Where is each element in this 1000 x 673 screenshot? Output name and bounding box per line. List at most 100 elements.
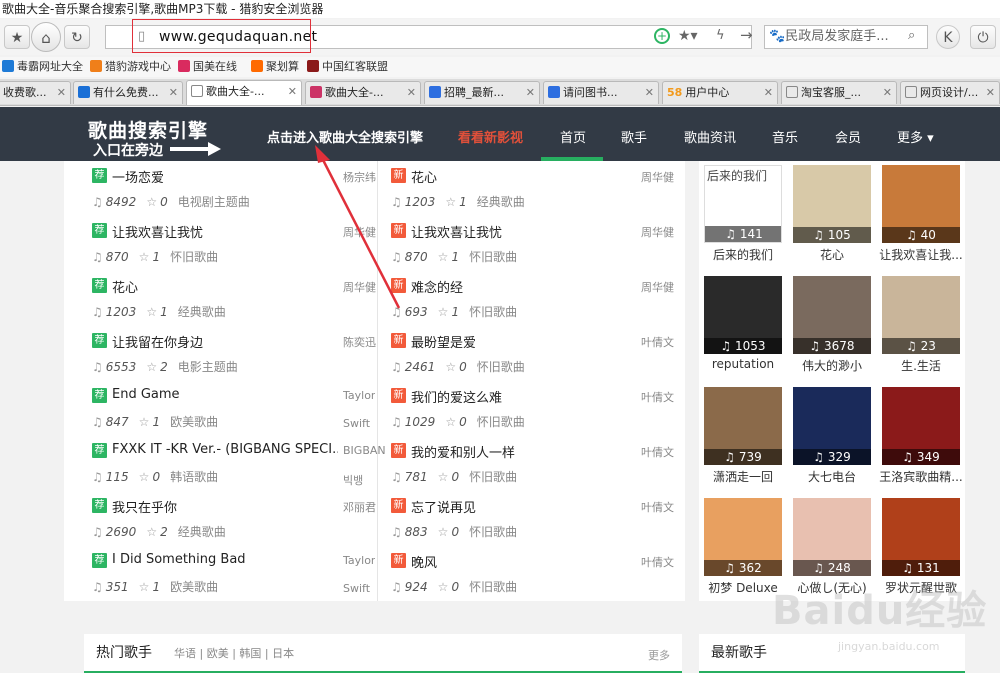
tab[interactable]: 网页设计/... ✕ xyxy=(900,81,1000,104)
song-artist[interactable]: Taylor xyxy=(343,389,375,402)
bookmark-item[interactable]: 聚划算 xyxy=(251,57,299,77)
album-title[interactable]: 后来的我们 xyxy=(701,246,785,263)
more-link[interactable]: 更多 xyxy=(648,647,670,663)
album-cover[interactable]: ♫ 131 xyxy=(882,498,960,576)
close-icon[interactable]: ✕ xyxy=(986,82,995,104)
song-item[interactable]: 新我们的爱这么难 叶倩文 ♫ 1029 ☆ 0 怀旧歌曲 xyxy=(391,384,681,440)
star-icon[interactable]: ☆ xyxy=(438,470,449,484)
go-arrow-icon[interactable]: → xyxy=(740,26,753,44)
song-title[interactable]: 忘了说再见 xyxy=(411,497,476,516)
song-artist[interactable]: 周华健 xyxy=(343,224,376,240)
song-title[interactable]: 我们的爱这么难 xyxy=(411,387,502,406)
album-cover[interactable]: ♫ 40 xyxy=(882,165,960,243)
nav-search-engine-link[interactable]: 点击进入歌曲大全搜索引擎 xyxy=(267,127,423,146)
album-cover[interactable]: ♫ 362 xyxy=(704,498,782,576)
song-title[interactable]: 晚风 xyxy=(411,552,437,571)
song-item[interactable]: 荐 End Game Taylor Swift ♫ 847 ☆ 1 欧美歌曲 xyxy=(92,384,382,440)
bookmark-item[interactable]: 毒霸网址大全 xyxy=(2,57,83,77)
song-title[interactable]: FXXK IT -KR Ver.- (BIGBANG SPECI... xyxy=(112,442,338,457)
star-icon[interactable]: ☆ xyxy=(438,305,449,319)
nav-movies-link[interactable]: 看看新影视 xyxy=(458,127,523,146)
security-shield-icon[interactable]: + xyxy=(654,28,670,44)
song-title[interactable]: 让我欢喜让我忧 xyxy=(112,222,203,241)
song-title[interactable]: 我的爱和别人一样 xyxy=(411,442,515,461)
album-cover[interactable]: ♫ 105 xyxy=(793,165,871,243)
close-icon[interactable]: ✕ xyxy=(288,81,297,103)
search-input[interactable]: 🐾民政局发家庭手... xyxy=(764,25,928,49)
tab[interactable]: 歌曲大全-... ✕ xyxy=(305,81,421,104)
song-item[interactable]: 新忘了说再见 叶倩文 ♫ 883 ☆ 0 怀旧歌曲 xyxy=(391,494,681,550)
menu-icon[interactable]: ⏻ xyxy=(970,25,996,49)
song-title[interactable]: End Game xyxy=(112,387,180,402)
song-artist[interactable]: 叶倩文 xyxy=(641,554,674,570)
tab[interactable]: 招聘_最新... ✕ xyxy=(424,81,540,104)
favorites-star-icon[interactable]: ★ xyxy=(4,25,30,49)
song-title[interactable]: 我只在乎你 xyxy=(112,497,177,516)
tab[interactable]: 淘宝客服_... ✕ xyxy=(781,81,897,104)
song-artist[interactable]: 杨宗纬 xyxy=(343,169,376,185)
nav-news[interactable]: 歌曲资讯 xyxy=(684,127,736,146)
star-icon[interactable]: ☆ xyxy=(139,580,150,594)
bookmark-item[interactable]: 猎豹游戏中心 xyxy=(90,57,171,77)
song-item[interactable]: 新让我欢喜让我忧 周华健 ♫ 870 ☆ 1 怀旧歌曲 xyxy=(391,219,681,275)
song-title[interactable]: 难念的经 xyxy=(411,277,463,296)
song-title[interactable]: 花心 xyxy=(112,277,138,296)
song-item[interactable]: 荐 FXXK IT -KR Ver.- (BIGBANG SPECI... BIGB… xyxy=(92,439,386,495)
tab[interactable]: 58 用户中心 ✕ xyxy=(662,81,778,104)
song-item[interactable]: 荐让我留在你身边 陈奕迅 ♫ 6553 ☆ 2 电影主题曲 xyxy=(92,329,382,385)
tab[interactable]: 有什么免费... ✕ xyxy=(73,81,183,104)
close-icon[interactable]: ✕ xyxy=(764,82,773,104)
home-icon[interactable]: ⌂ xyxy=(31,22,61,52)
album-cover[interactable]: ♫ 739 xyxy=(704,387,782,465)
song-artist[interactable]: 周华健 xyxy=(641,224,674,240)
song-item[interactable]: 荐 I Did Something Bad Taylor Swift ♫ 351 ☆ 1 欧美歌… xyxy=(92,549,382,605)
song-title[interactable]: 让我欢喜让我忧 xyxy=(411,222,502,241)
song-artist[interactable]: Taylor xyxy=(343,554,375,567)
star-icon[interactable]: ☆ xyxy=(438,580,449,594)
song-artist[interactable]: 叶倩文 xyxy=(641,334,674,350)
album-cover[interactable]: ♫ 329 xyxy=(793,387,871,465)
song-item[interactable]: 新晚风 叶倩文 ♫ 924 ☆ 0 怀旧歌曲 xyxy=(391,549,681,605)
song-artist[interactable]: 叶倩文 xyxy=(641,444,674,460)
song-title[interactable]: 花心 xyxy=(411,167,437,186)
close-icon[interactable]: ✕ xyxy=(169,82,178,104)
region-filter[interactable]: 华语 | 欧美 | 韩国 | 日本 xyxy=(174,645,294,661)
bookmark-item[interactable]: 中国红客联盟 xyxy=(307,57,388,77)
album-title[interactable]: 让我欢喜让我... xyxy=(879,246,963,263)
nav-more[interactable]: 更多 ▾ xyxy=(897,127,934,146)
star-icon[interactable]: ☆ xyxy=(438,250,449,264)
album-cover[interactable]: ♫ 3678 xyxy=(793,276,871,354)
star-icon[interactable]: ☆ xyxy=(146,195,157,209)
album-title[interactable]: 花心 xyxy=(790,246,874,263)
album-title[interactable]: 潇洒走一回 xyxy=(701,468,785,485)
close-icon[interactable]: ✕ xyxy=(526,82,535,104)
close-icon[interactable]: ✕ xyxy=(883,82,892,104)
star-icon[interactable]: ☆ xyxy=(139,470,150,484)
song-item[interactable]: 新最盼望是爱 叶倩文 ♫ 2461 ☆ 0 怀旧歌曲 xyxy=(391,329,681,385)
k-account-icon[interactable]: K xyxy=(936,25,960,49)
song-item[interactable]: 新我的爱和别人一样 叶倩文 ♫ 781 ☆ 0 怀旧歌曲 xyxy=(391,439,681,495)
song-title[interactable]: 一场恋爱 xyxy=(112,167,164,186)
song-artist[interactable]: 周华健 xyxy=(641,169,674,185)
close-icon[interactable]: ✕ xyxy=(57,82,66,104)
star-icon[interactable]: ☆ xyxy=(445,360,456,374)
star-icon[interactable]: ☆ xyxy=(445,415,456,429)
album-cover[interactable]: ♫ 1053 xyxy=(704,276,782,354)
close-icon[interactable]: ✕ xyxy=(645,82,654,104)
song-title[interactable]: I Did Something Bad xyxy=(112,552,246,567)
refresh-icon[interactable]: ↻ xyxy=(64,25,90,49)
album-title[interactable]: 王洛宾歌曲精... xyxy=(879,468,963,485)
tab[interactable]: 收费歌... ✕ xyxy=(0,81,71,104)
album-title[interactable]: reputation xyxy=(701,357,785,371)
album-cover[interactable]: 后来的我们 ♫ 141 xyxy=(704,165,782,243)
album-cover[interactable]: ♫ 248 xyxy=(793,498,871,576)
nav-member[interactable]: 会员 xyxy=(835,127,861,146)
song-artist[interactable]: 陈奕迅 xyxy=(343,334,376,350)
bookmark-item[interactable]: 国美在线 xyxy=(178,57,237,77)
close-icon[interactable]: ✕ xyxy=(407,82,416,104)
song-artist[interactable]: 叶倩文 xyxy=(641,389,674,405)
song-item[interactable]: 荐我只在乎你 邓丽君 ♫ 2690 ☆ 2 经典歌曲 xyxy=(92,494,382,550)
song-item[interactable]: 荐一场恋爱 杨宗纬 ♫ 8492 ☆ 0 电视剧主题曲 xyxy=(92,164,382,220)
song-item[interactable]: 荐让我欢喜让我忧 周华健 ♫ 870 ☆ 1 怀旧歌曲 xyxy=(92,219,382,275)
song-artist[interactable]: BIGBAN xyxy=(343,444,386,457)
